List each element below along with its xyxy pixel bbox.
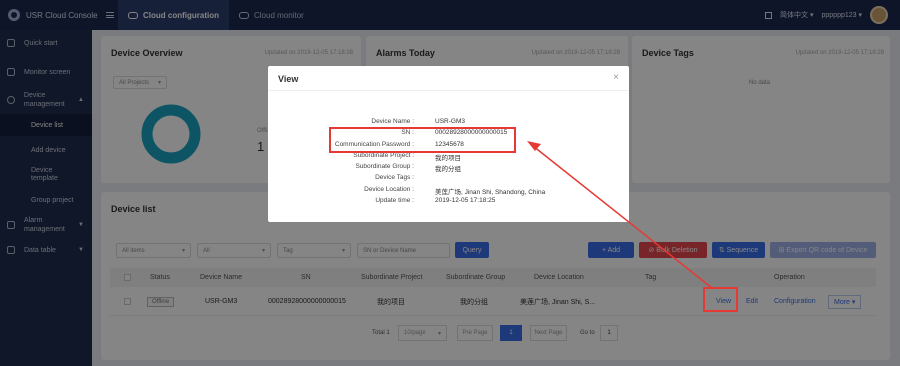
annotation-arrow bbox=[527, 141, 713, 289]
